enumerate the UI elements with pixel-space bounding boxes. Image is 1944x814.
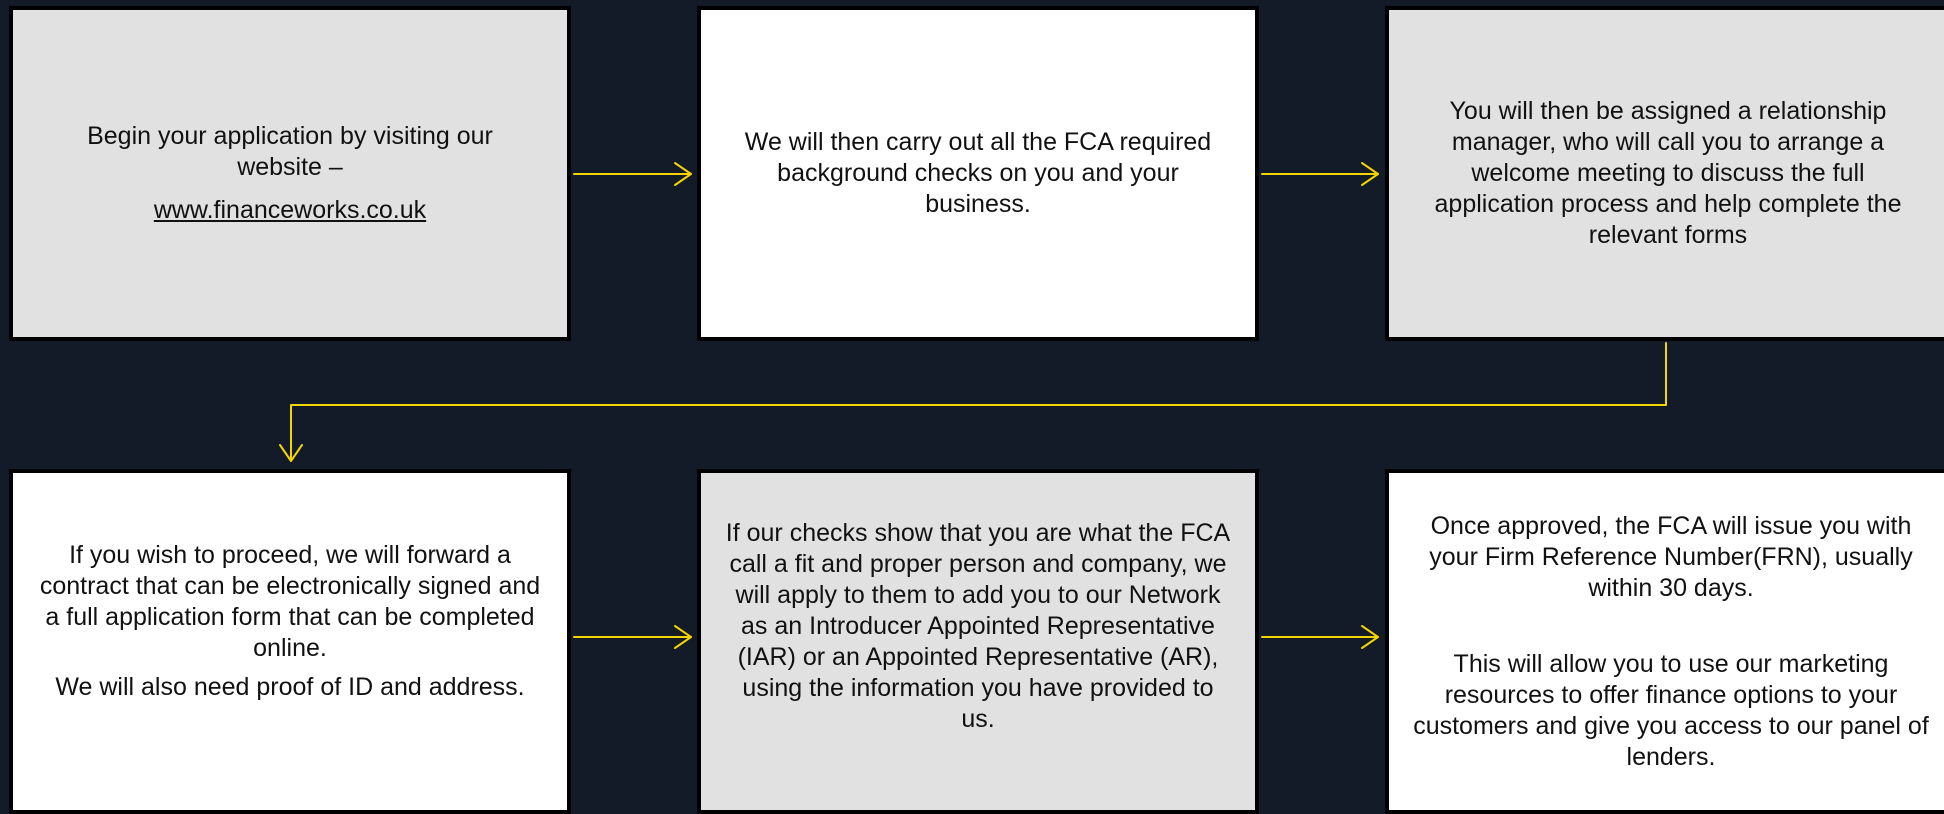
connector-arrows: [279, 162, 1667, 649]
arrow-step2-to-step3: [1261, 162, 1379, 186]
arrow-step1-to-step2: [573, 162, 692, 186]
arrow-step4-to-step5: [573, 625, 692, 649]
arrow-step5-to-step6: [1261, 625, 1379, 649]
arrow-step3-to-step4: [279, 342, 1667, 462]
